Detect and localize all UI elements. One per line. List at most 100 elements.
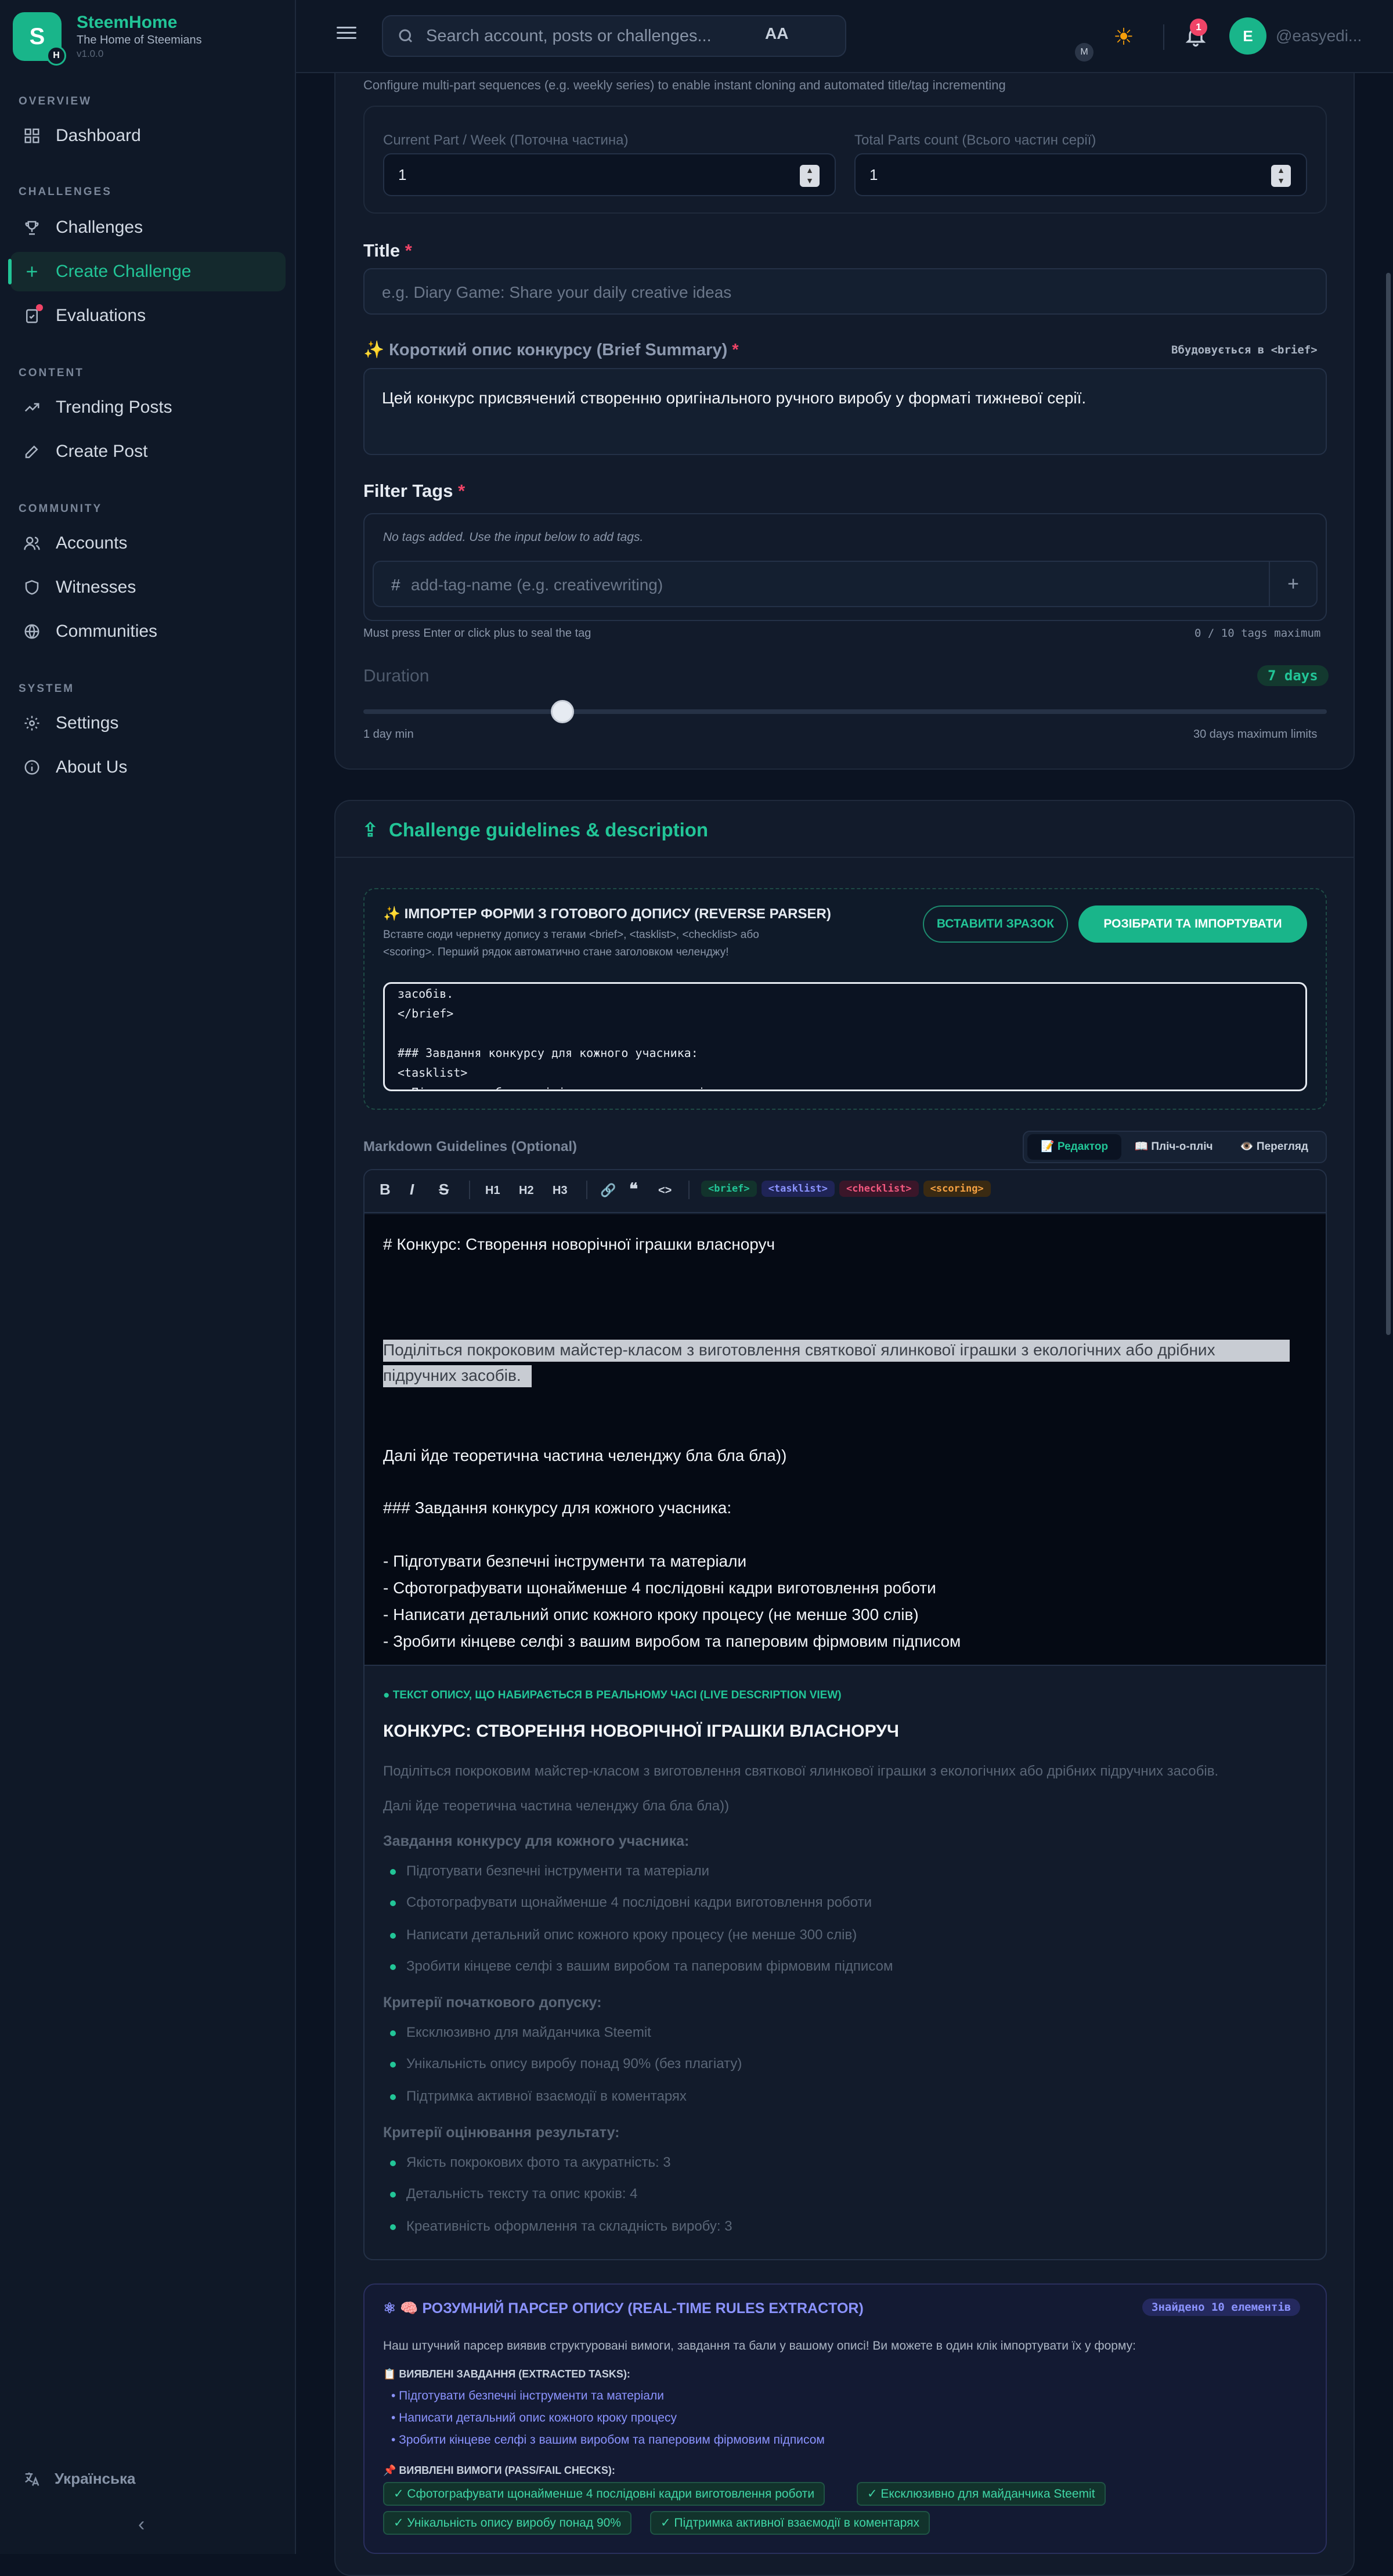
chip-brief[interactable]: <brief> <box>701 1181 757 1197</box>
sidebar-item-evaluations[interactable]: Evaluations <box>10 296 286 335</box>
editor-line: - Підготувати безпечні інструменти та ма… <box>383 1552 747 1570</box>
collapse-sidebar-button[interactable]: ‹ <box>138 2513 145 2536</box>
page-scrollbar[interactable] <box>1386 273 1391 1335</box>
tab-side-by-side[interactable]: 📖 Пліч-о-пліч <box>1127 1134 1220 1160</box>
parser-req-chip[interactable]: ✓ Підтримка активної взаємодії в комента… <box>650 2511 930 2535</box>
live-checks-heading: Критерії початкового допуску: <box>383 1994 602 2011</box>
sidebar-item-about-us[interactable]: About Us <box>10 748 286 787</box>
tag-input[interactable]: # add-tag-name (e.g. creativewriting) + <box>373 561 1318 607</box>
title-placeholder: e.g. Diary Game: Share your daily creati… <box>382 283 732 301</box>
parser-req-chip[interactable]: ✓ Ексклюзивно для майданчика Steemit <box>857 2482 1106 2506</box>
h2-button[interactable]: H2 <box>519 1184 534 1197</box>
duration-label: Duration <box>363 666 430 686</box>
avatar[interactable]: E <box>1229 17 1266 55</box>
sun-icon[interactable]: ☀ <box>1113 26 1134 49</box>
parser-req-chip[interactable]: ✓ Сфотографувати щонайменше 4 послідовні… <box>383 2482 825 2506</box>
parser-task[interactable]: • Написати детальний опис кожного кроку … <box>391 2411 677 2425</box>
sidebar-item-label: Challenges <box>56 218 143 237</box>
editor-line: Поділіться покроковим майстер-класом з в… <box>383 1341 1215 1359</box>
editor-line: ### Завдання конкурсу для кожного учасни… <box>383 1499 732 1517</box>
toolbar-divider <box>586 1181 587 1199</box>
parse-import-button[interactable]: РОЗІБРАТИ ТА ІМПОРТУВАТИ <box>1078 905 1307 943</box>
link-icon[interactable]: 🔗 <box>600 1183 616 1198</box>
toolbar-divider <box>469 1181 470 1199</box>
insert-sample-button[interactable]: ВСТАВИТИ ЗРАЗОК <box>923 905 1068 943</box>
language-switcher[interactable]: Українська <box>23 2470 135 2488</box>
add-tag-button[interactable]: + <box>1269 562 1316 606</box>
bold-icon[interactable]: B <box>380 1181 391 1199</box>
sidebar-item-settings[interactable]: Settings <box>10 703 286 743</box>
app-name: SteemHome <box>77 13 178 32</box>
brand[interactable]: SH SteemHome The Home of Steemians v1.0.… <box>13 10 202 66</box>
card-divider <box>334 857 1355 858</box>
total-parts-input[interactable]: 1 ▲ ▼ <box>854 153 1307 196</box>
stepper-icon[interactable]: ▲ ▼ <box>800 165 820 187</box>
title-input[interactable]: e.g. Diary Game: Share your daily creati… <box>363 268 1327 315</box>
importer-textarea[interactable]: засобів. </brief> ### Завдання конкурсу … <box>383 982 1307 1091</box>
parser-desc: Наш штучний парсер виявив структуровані … <box>383 2339 1136 2353</box>
sidebar-item-trending-posts[interactable]: Trending Posts <box>10 388 286 427</box>
font-size-button[interactable]: AA <box>765 24 788 43</box>
toolbar-divider <box>688 1181 690 1199</box>
username[interactable]: @easyedi... <box>1276 27 1362 45</box>
italic-icon[interactable]: I <box>410 1181 414 1199</box>
trending-up-icon <box>24 403 39 412</box>
tab-editor[interactable]: 📝 Редактор <box>1027 1134 1121 1160</box>
parser-task[interactable]: • Підготувати безпечні інструменти та ма… <box>391 2389 664 2403</box>
importer-line: <tasklist> <box>398 1066 468 1080</box>
chip-scoring[interactable]: <scoring> <box>923 1181 991 1197</box>
importer-line: </brief> <box>398 1006 454 1020</box>
stepper-icon[interactable]: ▲ ▼ <box>1271 165 1291 187</box>
sidebar-item-challenges[interactable]: Challenges <box>10 208 286 247</box>
parser-task[interactable]: • Зробити кінцеве селфі з вашим виробом … <box>391 2433 825 2447</box>
live-score: Якість покрокових фото та акуратність: 3 <box>390 2155 671 2170</box>
guidelines-header: ⇪ Challenge guidelines & description <box>362 819 709 840</box>
search-placeholder: Search account, posts or challenges... <box>426 26 712 45</box>
total-parts-value: 1 <box>869 166 878 183</box>
sparkle-icon: ✨ <box>363 341 385 359</box>
sparkle-icon: ✨ <box>383 906 400 922</box>
h3-button[interactable]: H3 <box>553 1184 568 1197</box>
sidebar-item-witnesses[interactable]: Witnesses <box>10 568 286 607</box>
info-icon <box>24 760 39 775</box>
sidebar-item-accounts[interactable]: Accounts <box>10 524 286 563</box>
parser-tasks-heading: 📋 ВИЯВЛЕНІ ЗАВДАННЯ (EXTRACTED TASKS): <box>383 2368 630 2380</box>
importer-title: ✨ ІМПОРТЕР ФОРМИ З ГОТОВОГО ДОПИСУ (REVE… <box>383 906 831 922</box>
parser-reqs-heading: 📌 ВИЯВЛЕНІ ВИМОГИ (PASS/FAIL CHECKS): <box>383 2465 615 2476</box>
h1-button[interactable]: H1 <box>485 1184 500 1197</box>
sidebar-item-communities[interactable]: Communities <box>10 612 286 651</box>
edit-icon <box>25 445 38 459</box>
notification-count: 1 <box>1190 19 1207 36</box>
tab-preview[interactable]: 👁️ Перегляд <box>1225 1134 1323 1160</box>
quote-icon[interactable]: ❝ <box>629 1179 638 1199</box>
live-task: Підготувати безпечні інструменти та мате… <box>390 1863 709 1879</box>
sidebar-item-label: Dashboard <box>56 126 141 145</box>
importer-line: засобів. <box>398 987 454 1001</box>
font-size-badge: M <box>1075 43 1094 62</box>
parser-req-chip[interactable]: ✓ Унікальність опису виробу понад 90% <box>383 2511 631 2535</box>
sidebar-item-create-challenge[interactable]: Create Challenge <box>8 252 286 291</box>
sidebar-item-label: About Us <box>56 757 128 777</box>
upload-icon: ⇪ <box>362 819 378 840</box>
sidebar-item-create-post[interactable]: Create Post <box>10 432 286 471</box>
live-task: Сфотографувати щонайменше 4 послідовні к… <box>390 1895 872 1910</box>
live-score: Креативність оформлення та складність ви… <box>390 2218 732 2234</box>
duration-slider-track[interactable] <box>363 709 1327 714</box>
notification-dot <box>36 304 43 311</box>
importer-desc-1: Вставте сюди чернетку допису з тегами <b… <box>383 929 759 941</box>
live-tasks-heading: Завдання конкурсу для кожного учасника: <box>383 1833 690 1849</box>
brief-textarea[interactable]: Цей конкурс присвячений створенню оригін… <box>363 368 1327 455</box>
sidebar-item-dashboard[interactable]: Dashboard <box>10 116 286 156</box>
code-icon[interactable]: <> <box>658 1184 672 1197</box>
duration-max: 30 days maximum limits <box>1193 728 1318 741</box>
menu-icon[interactable] <box>337 23 356 43</box>
editor-line: - Сфотографувати щонайменше 4 послідовні… <box>383 1579 936 1597</box>
sidebar-item-label: Accounts <box>56 533 128 553</box>
strikethrough-icon[interactable]: S <box>439 1181 449 1199</box>
app-version: v1.0.0 <box>77 48 104 59</box>
live-check: Підтримка активної взаємодії в коментаря… <box>390 2088 687 2104</box>
live-title: КОНКУРС: СТВОРЕННЯ НОВОРІЧНОЇ ІГРАШКИ ВЛ… <box>383 1722 899 1741</box>
current-part-input[interactable]: 1 ▲ ▼ <box>383 153 836 196</box>
chip-tasklist[interactable]: <tasklist> <box>761 1181 835 1197</box>
chip-checklist[interactable]: <checklist> <box>839 1181 919 1197</box>
